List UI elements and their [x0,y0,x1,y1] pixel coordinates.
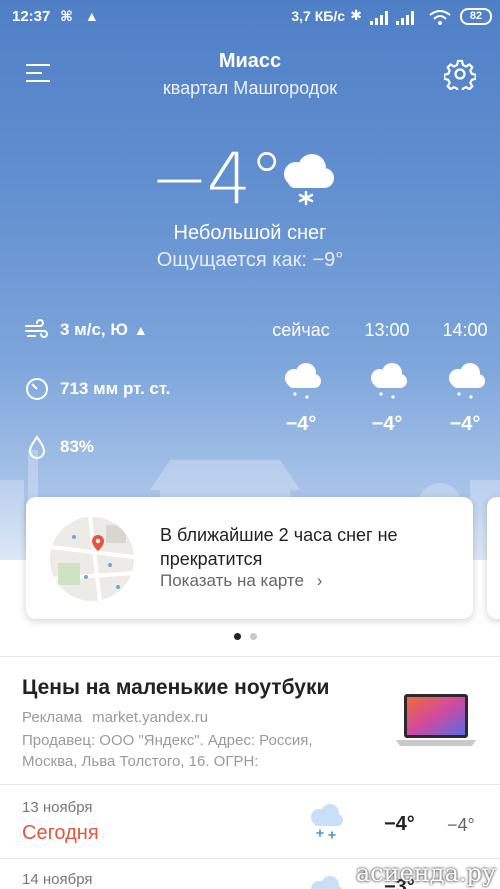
hour-temperature: −4° [371,413,403,435]
show-on-map-label: Показать на карте [160,571,304,590]
forecast-min-temp: −4° [447,815,475,835]
precipitation-map-thumbnail[interactable] [50,517,134,601]
forecast-max-temp: −4° [384,813,415,835]
cloud-icon [311,876,343,889]
status-bar: 12:37 ⌘ ▲ 3,7 КБ/с ✱ 82 [0,0,500,34]
battery-icon: 82 [460,8,492,25]
wind-detail: 3 м/с, Ю ▲ [24,317,148,343]
cloud-snow-icon [285,363,321,399]
forecast-date: 14 ноября [22,871,93,888]
nowcast-card[interactable]: В ближайшие 2 часа снег не прекратится П… [26,497,473,619]
humidity-detail: 83% [24,434,94,460]
hour-label: сейчас [272,320,330,340]
gear-icon[interactable] [444,58,476,90]
hourly-item[interactable]: сейчас −4° [266,320,336,436]
current-temperature: −4° [150,138,284,220]
network-speed: 3,7 КБ/с [291,8,345,24]
notification-icons: ⌘ ▲ [60,8,103,24]
pressure-value: 713 мм рт. ст. [60,379,171,398]
ad-title[interactable]: Цены на маленькие ноутбуки [22,676,329,700]
humidity-value: 83% [60,437,95,456]
cloud-snow-icon [284,154,334,206]
wifi-icon [429,10,451,25]
wind-value: 3 м/с, Ю [60,320,128,339]
hour-label: 13:00 [364,320,410,340]
watermark: асиенда.ру [355,859,496,887]
hour-temperature: −4° [285,413,317,435]
chevron-right-icon: › [316,571,323,590]
pressure-gauge-icon [26,378,48,400]
weather-condition: Небольшой снег [173,222,327,244]
forecast-day-name: Сегодня [22,822,99,844]
humidity-drop-icon [28,435,46,459]
bluetooth-icon: ✱ [350,7,362,23]
next-card-peek[interactable] [487,497,500,619]
nowcast-title: В ближайшие 2 часа снег не прекратится [160,525,398,569]
ad-label: Реклама [22,709,83,726]
cloud-snow-icon [371,363,407,399]
divider [0,656,500,657]
divider [0,784,500,785]
status-time: 12:37 [12,8,51,25]
signal-icon [370,11,388,25]
pagination-dot [250,633,257,640]
forecast-date: 13 ноября [22,799,93,816]
hourly-item[interactable]: 14:00 −4° [430,320,500,436]
hourly-item[interactable]: 13:00 −4° [352,320,422,436]
hour-label: 14:00 [442,320,488,340]
carousel-pagination [234,627,266,645]
ad-meta: Реклама market.yandex.ru [22,709,208,726]
cloud-snow-icon [311,804,343,839]
district-name[interactable]: квартал Машгородок [0,78,500,99]
cloud-snow-icon [449,363,485,399]
pagination-dot-active [234,633,241,640]
hour-temperature: −4° [449,413,481,435]
ad-host[interactable]: market.yandex.ru [92,709,208,726]
signal-icon-2 [396,11,414,25]
feels-like: Ощущается как: −9° [156,249,344,271]
laptop-image[interactable] [394,692,478,750]
show-on-map-link[interactable]: Показать на карте › [160,571,322,591]
wind-direction-icon: ▲ [133,322,148,338]
wind-icon [25,319,48,338]
pressure-detail: 713 мм рт. ст. [24,376,170,402]
city-name[interactable]: Миасс [0,50,500,73]
ad-seller-info: Продавец: ООО "Яндекс". Адрес: Россия, М… [22,732,313,770]
